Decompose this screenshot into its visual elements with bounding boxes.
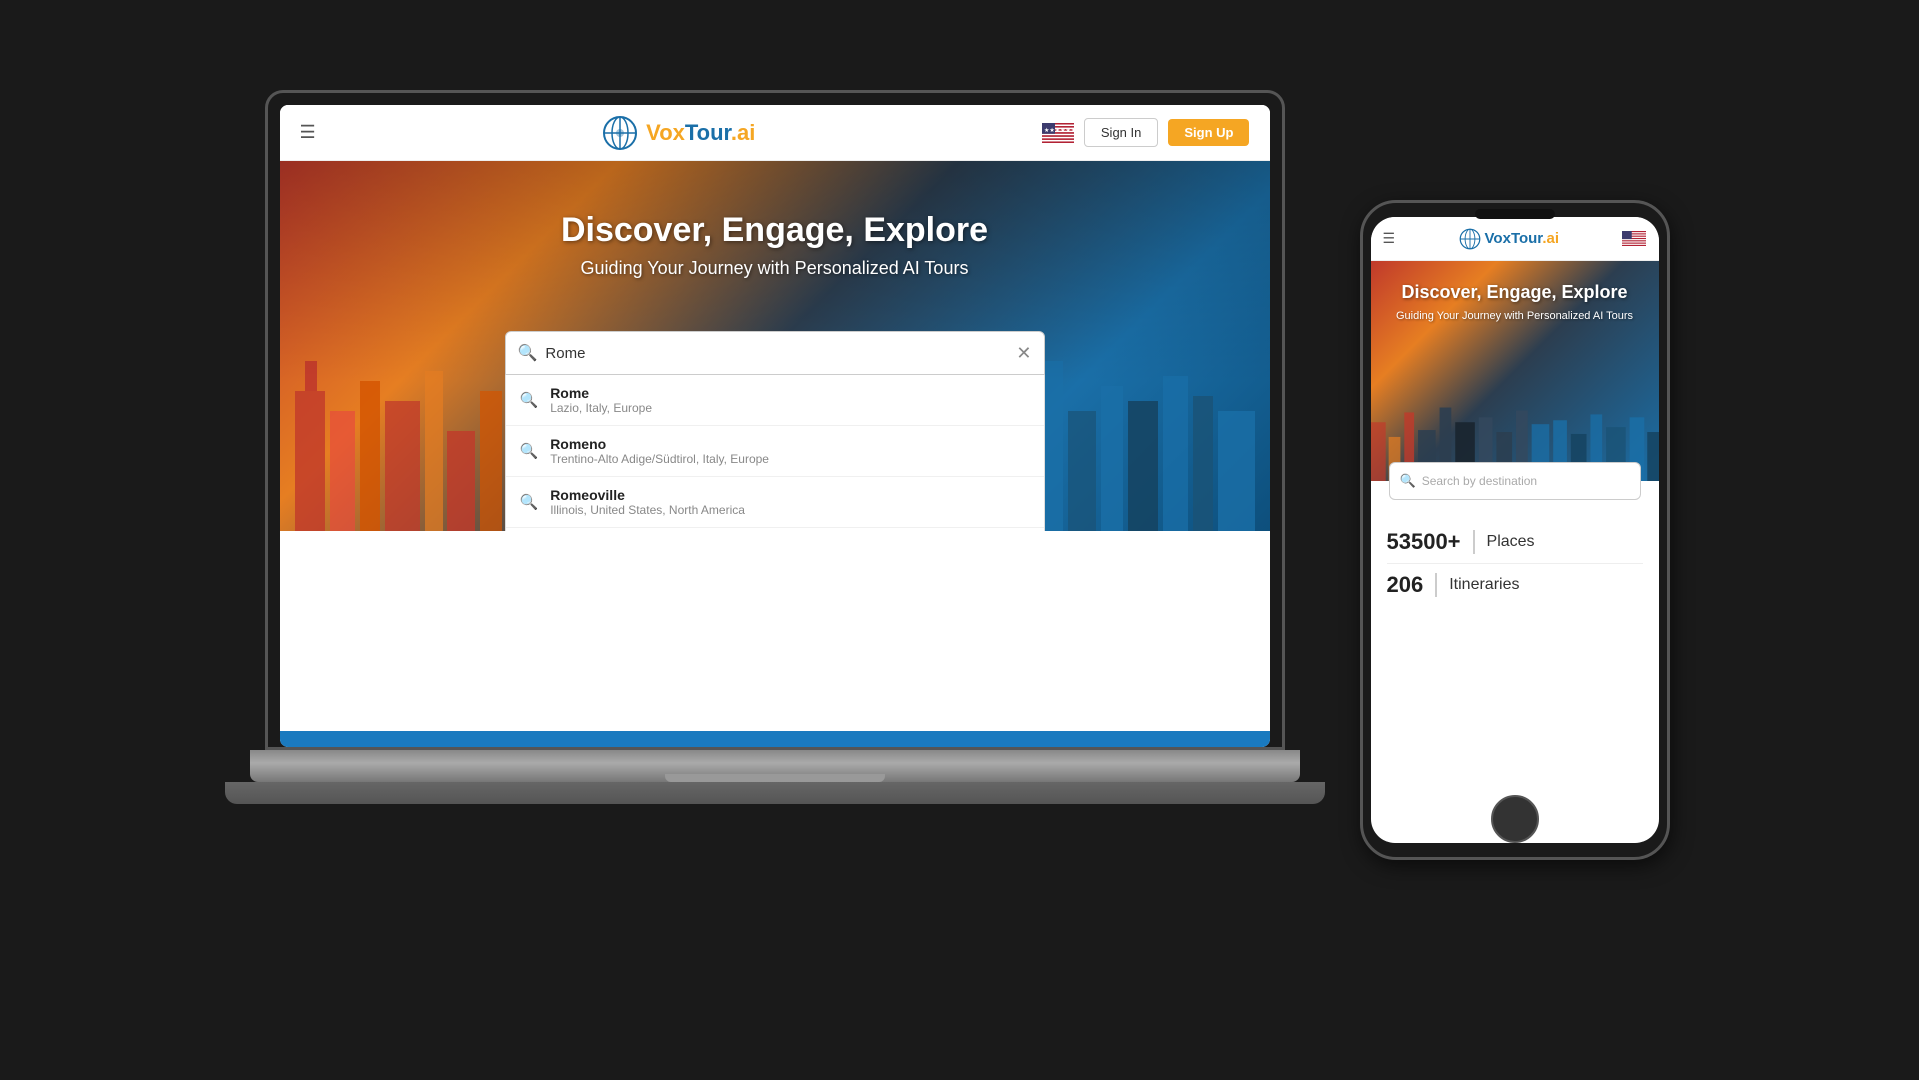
result-search-icon: 🔍 bbox=[520, 391, 539, 409]
phone-brand-name: VoxTour.ai bbox=[1485, 230, 1559, 247]
result-name: Romeoville bbox=[550, 487, 745, 503]
search-result-item[interactable]: 🔍 Romeno Trentino-Alto Adige/Südtirol, I… bbox=[506, 426, 1044, 477]
hamburger-icon[interactable]: ☰ bbox=[300, 122, 316, 143]
search-magnifier-icon: 🔍 bbox=[518, 343, 538, 363]
result-search-icon: 🔍 bbox=[520, 442, 539, 460]
result-sub: Trentino-Alto Adige/Südtirol, Italy, Eur… bbox=[550, 452, 769, 466]
result-name: Romeno bbox=[550, 436, 769, 452]
result-text: Romeoville Illinois, United States, Nort… bbox=[550, 487, 745, 517]
stat-divider bbox=[1473, 530, 1475, 554]
hero-section: Discover, Engage, Explore Guiding Your J… bbox=[280, 161, 1270, 531]
laptop-bottom bbox=[225, 782, 1325, 804]
flag-us-icon: ★★★★★★ bbox=[1042, 123, 1074, 143]
signup-button[interactable]: Sign Up bbox=[1168, 119, 1249, 146]
phone-stats: 53500+ Places 206 Itineraries bbox=[1371, 505, 1659, 622]
laptop-bezel: ☰ VoxTour.ai bbox=[265, 90, 1285, 750]
brand-name: VoxTour.ai bbox=[646, 120, 755, 146]
search-input[interactable] bbox=[545, 345, 1016, 362]
phone-search-placeholder: Search by destination bbox=[1422, 474, 1537, 488]
search-result-item[interactable]: 🔍 Romeoville Illinois, United States, No… bbox=[506, 477, 1044, 528]
result-name: Rome bbox=[550, 385, 652, 401]
phone-home-button[interactable] bbox=[1491, 795, 1539, 843]
stat-places-row: 53500+ Places bbox=[1387, 521, 1643, 564]
hero-title: Discover, Engage, Explore bbox=[280, 211, 1270, 250]
brand-logo-group: VoxTour.ai bbox=[602, 115, 755, 151]
all-tours-banner[interactable]: All Our Tours bbox=[280, 731, 1270, 747]
phone-search-icon: 🔍 bbox=[1400, 473, 1416, 489]
stat-itineraries-number: 206 bbox=[1387, 572, 1424, 598]
result-text: Rome Lazio, Italy, Europe bbox=[550, 385, 652, 415]
phone-device: ☰ VoxTour.ai bbox=[1360, 200, 1670, 880]
laptop-screen: ☰ VoxTour.ai bbox=[280, 105, 1270, 747]
clear-search-icon[interactable]: ✕ bbox=[1016, 344, 1031, 362]
phone-screen: ☰ VoxTour.ai bbox=[1371, 217, 1659, 843]
laptop-device: ☰ VoxTour.ai bbox=[250, 90, 1300, 990]
search-result-item[interactable]: 🔍 City of Rome New York, United States, … bbox=[506, 528, 1044, 531]
phone-search-bar[interactable]: 🔍 Search by destination bbox=[1389, 462, 1641, 500]
result-search-icon: 🔍 bbox=[520, 493, 539, 511]
result-text: Romeno Trentino-Alto Adige/Südtirol, Ita… bbox=[550, 436, 769, 466]
search-bar[interactable]: 🔍 ✕ bbox=[505, 331, 1045, 375]
phone-brand: VoxTour.ai bbox=[1459, 228, 1559, 250]
phone-hero-subtitle: Guiding Your Journey with Personalized A… bbox=[1376, 310, 1653, 322]
stat-itineraries-label: Itineraries bbox=[1449, 576, 1519, 594]
phone-navbar: ☰ VoxTour.ai bbox=[1371, 217, 1659, 261]
phone-hero-title: Discover, Engage, Explore bbox=[1385, 281, 1643, 304]
navbar-actions: ★★★★★★ Sign In Sign Up bbox=[1042, 118, 1250, 147]
globe-icon bbox=[602, 115, 638, 151]
phone-globe-icon bbox=[1459, 228, 1481, 250]
laptop-base bbox=[250, 750, 1300, 782]
stat-itineraries-row: 206 Itineraries bbox=[1387, 564, 1643, 606]
stat-places-number: 53500+ bbox=[1387, 529, 1461, 555]
hero-text: Discover, Engage, Explore Guiding Your J… bbox=[280, 211, 1270, 279]
stat-divider-2 bbox=[1435, 573, 1437, 597]
phone-hero: Discover, Engage, Explore Guiding Your J… bbox=[1371, 261, 1659, 481]
signin-button[interactable]: Sign In bbox=[1084, 118, 1158, 147]
stat-places-label: Places bbox=[1487, 533, 1535, 551]
phone-flag-icon bbox=[1622, 231, 1646, 246]
result-sub: Illinois, United States, North America bbox=[550, 503, 745, 517]
svg-text:★★★★★★: ★★★★★★ bbox=[1044, 127, 1074, 134]
result-sub: Lazio, Italy, Europe bbox=[550, 401, 652, 415]
search-dropdown: 🔍 Rome Lazio, Italy, Europe 🔍 Romeno bbox=[505, 375, 1045, 531]
phone-hamburger-icon[interactable]: ☰ bbox=[1383, 230, 1396, 247]
hero-subtitle: Guiding Your Journey with Personalized A… bbox=[280, 258, 1270, 279]
phone-bezel: ☰ VoxTour.ai bbox=[1360, 200, 1670, 860]
phone-notch bbox=[1475, 209, 1555, 219]
navbar: ☰ VoxTour.ai bbox=[280, 105, 1270, 161]
search-container: 🔍 ✕ 🔍 Rome Lazio, Italy, Europe bbox=[505, 331, 1045, 531]
search-result-item[interactable]: 🔍 Rome Lazio, Italy, Europe bbox=[506, 375, 1044, 426]
